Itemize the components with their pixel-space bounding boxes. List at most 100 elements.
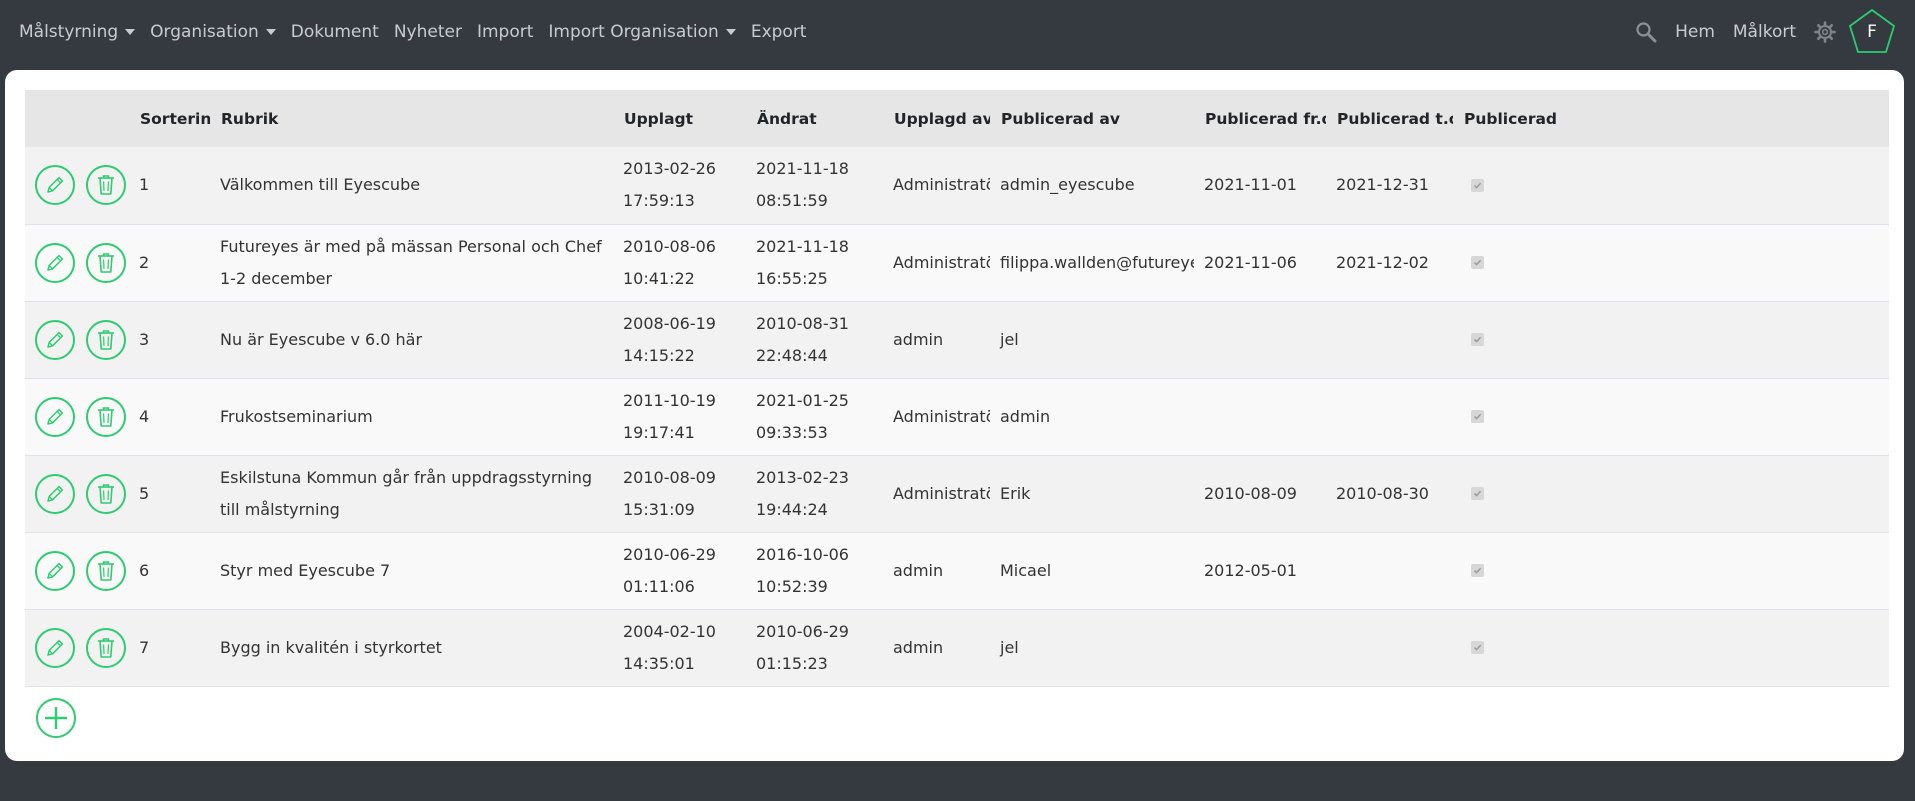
sort-cell: 5: [139, 483, 150, 503]
title-cell: Eskilstuna Kommun går från uppdragsstyrn…: [220, 467, 593, 519]
edit-cell: [25, 455, 76, 532]
delete-button[interactable]: [86, 473, 126, 514]
column-header[interactable]: Upplagt: [613, 90, 746, 147]
search-icon[interactable]: [1635, 21, 1657, 43]
trash-icon: [95, 482, 117, 506]
news-card: SorteringRubrikUpplagtÄndratUpplagd avPu…: [5, 70, 1904, 761]
pencil-icon: [44, 252, 66, 274]
pencil-icon: [44, 329, 66, 351]
created-cell: 2011-10-19 19:17:41: [623, 390, 716, 442]
published-to-cell: 2010-08-30: [1336, 483, 1429, 503]
nav-item-export[interactable]: Export: [751, 22, 807, 42]
column-header[interactable]: Publicerad: [1453, 90, 1889, 147]
pencil-icon: [44, 483, 66, 505]
nav-item-label: Målstyrning: [19, 22, 119, 42]
title-cell: Frukostseminarium: [220, 406, 373, 426]
published-by-cell: jel: [1000, 329, 1019, 349]
chevron-down-icon: [265, 29, 276, 35]
edit-button[interactable]: [35, 627, 75, 668]
created-cell: 2004-02-10 14:35:01: [623, 621, 716, 673]
top-navbar: Målstyrning Organisation Dokument Nyheter Im…: [0, 0, 1915, 64]
published-from-cell: [1194, 301, 1326, 378]
column-header[interactable]: Publicerad fr.o.m: [1194, 90, 1326, 147]
column-header[interactable]: Publicerad av: [990, 90, 1194, 147]
edit-button[interactable]: [35, 396, 75, 437]
title-cell: Styr med Eyescube 7: [220, 560, 391, 580]
title-cell: Välkommen till Eyescube: [220, 175, 421, 195]
delete-button[interactable]: [86, 319, 126, 360]
avatar-letter: F: [1867, 22, 1877, 42]
chevron-down-icon: [125, 29, 136, 35]
nav-item-import-organisation[interactable]: Import Organisation: [548, 22, 736, 42]
nav-item-dokument[interactable]: Dokument: [291, 22, 379, 42]
published-to-cell: [1326, 532, 1453, 609]
edit-button[interactable]: [35, 319, 75, 360]
column-header[interactable]: Rubrik: [210, 90, 613, 147]
sort-cell: 4: [139, 406, 150, 426]
table-row: 2 Futureyes är med på mässan Personal och…: [25, 224, 1889, 301]
trash-icon: [95, 328, 117, 352]
changed-cell: 2013-02-23 19:44:24: [756, 467, 849, 519]
sort-cell: 3: [139, 329, 150, 349]
column-header[interactable]: Sortering: [129, 90, 210, 147]
edit-button[interactable]: [35, 473, 75, 514]
delete-button[interactable]: [86, 242, 126, 283]
changed-cell: 2021-11-18 08:51:59: [756, 159, 849, 211]
edit-cell: [25, 532, 76, 609]
created-by-cell: Administratör: [893, 406, 990, 426]
trash-icon: [95, 559, 117, 583]
created-by-cell: admin: [893, 329, 944, 349]
add-news-button[interactable]: [36, 698, 76, 738]
nav-item-organisation[interactable]: Organisation: [150, 22, 276, 42]
edit-button[interactable]: [35, 550, 75, 591]
trash-icon: [95, 173, 117, 197]
delete-button[interactable]: [86, 550, 126, 591]
delete-button[interactable]: [86, 165, 126, 206]
column-header[interactable]: Upplagd av: [883, 90, 990, 147]
edit-cell: [25, 147, 76, 224]
column-header[interactable]: Publicerad t.o.m: [1326, 90, 1453, 147]
published-checkbox: [1471, 641, 1484, 654]
nav-item-nyheter[interactable]: Nyheter: [394, 22, 462, 42]
published-from-cell: 2010-08-09: [1204, 483, 1297, 503]
user-avatar[interactable]: F: [1848, 8, 1896, 56]
pencil-icon: [44, 406, 66, 428]
nav-right: Hem Målkort F: [1617, 8, 1896, 56]
published-by-cell: filippa.wallden@futureyes.se: [1000, 252, 1194, 272]
main-menu: Målstyrning Organisation Dokument Nyheter Im…: [19, 22, 821, 42]
nav-home-link[interactable]: Hem: [1675, 22, 1715, 42]
gear-icon[interactable]: [1814, 21, 1836, 43]
edit-button[interactable]: [35, 165, 75, 206]
published-cell: [1453, 378, 1889, 455]
created-cell: 2013-02-26 17:59:13: [623, 159, 716, 211]
published-checkbox: [1471, 256, 1484, 269]
news-table: SorteringRubrikUpplagtÄndratUpplagd avPu…: [25, 90, 1889, 687]
delete-button[interactable]: [86, 396, 126, 437]
delete-cell: [76, 532, 129, 609]
created-cell: 2010-08-06 10:41:22: [623, 236, 716, 288]
nav-item-import[interactable]: Import: [477, 22, 533, 42]
delete-cell: [76, 609, 129, 686]
sort-cell: 6: [139, 560, 150, 580]
title-cell: Futureyes är med på mässan Personal och …: [220, 236, 602, 288]
table-row: 6 Styr med Eyescube 7 2010-06-29 01:11:06 2…: [25, 532, 1889, 609]
published-cell: [1453, 301, 1889, 378]
edit-cell: [25, 224, 76, 301]
published-to-cell: [1326, 378, 1453, 455]
sort-cell: 7: [139, 637, 150, 657]
pencil-icon: [44, 174, 66, 196]
nav-item-label: Dokument: [290, 22, 379, 42]
published-to-cell: 2021-12-02: [1336, 252, 1429, 272]
edit-button[interactable]: [35, 242, 75, 283]
column-header[interactable]: Ändrat: [746, 90, 883, 147]
nav-scorecard-link[interactable]: Målkort: [1733, 22, 1796, 42]
published-by-cell: jel: [1000, 637, 1019, 657]
delete-cell: [76, 147, 129, 224]
nav-item-målstyrning[interactable]: Målstyrning: [19, 22, 136, 42]
sort-cell: 1: [139, 175, 150, 195]
created-by-cell: Administratör: [893, 175, 990, 195]
table-row: 1 Välkommen till Eyescube 2013-02-26 17:59…: [25, 147, 1889, 224]
delete-button[interactable]: [86, 627, 126, 668]
published-cell: [1453, 147, 1889, 224]
created-by-cell: Administratör: [893, 252, 990, 272]
